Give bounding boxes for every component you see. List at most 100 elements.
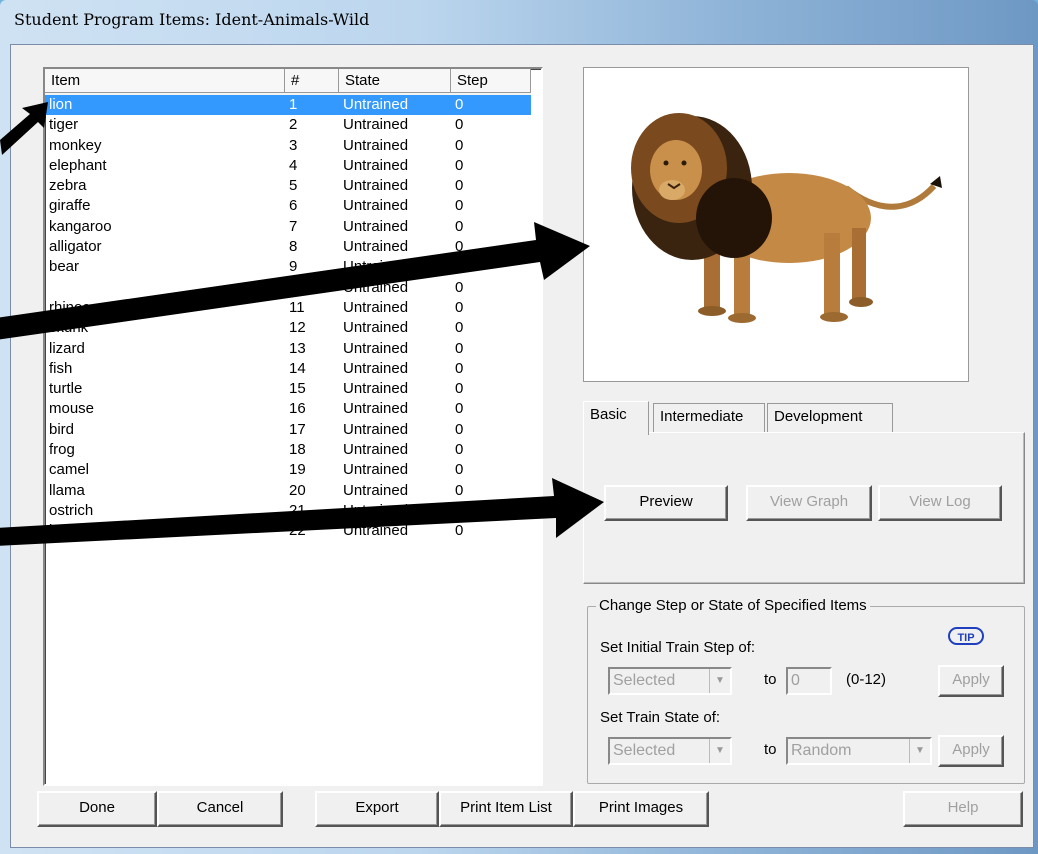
column-header-step[interactable]: Step	[451, 69, 531, 93]
item-state-cell: Untrained	[343, 197, 409, 215]
apply-state-button-label: Apply	[952, 741, 990, 758]
table-row[interactable]: camel 19 Untrained 0	[45, 460, 531, 480]
item-step-cell: 0	[455, 298, 464, 316]
item-number-cell: 16	[289, 400, 306, 418]
item-step-cell: 0	[455, 136, 464, 154]
table-row[interactable]: lion 1 Untrained 0	[45, 95, 531, 116]
chevron-down-icon[interactable]: ▼	[709, 669, 730, 693]
apply-step-button[interactable]: Apply	[938, 665, 1004, 697]
item-state-cell: Untrained	[343, 481, 409, 499]
item-state-cell: Untrained	[343, 278, 409, 296]
item-number-cell: 8	[289, 238, 298, 256]
init-step-select-value: Selected	[613, 672, 676, 689]
item-step-cell: 0	[455, 359, 464, 377]
column-header-item[interactable]: Item	[45, 69, 285, 93]
table-row[interactable]: skunk 12 Untrained 0	[45, 318, 531, 338]
table-row[interactable]: monkey 3 Untrained 0	[45, 136, 531, 156]
table-row[interactable]: mouse 16 Untrained 0	[45, 399, 531, 419]
item-number-cell: 1	[289, 96, 298, 113]
table-row[interactable]: lizard 13 Untrained 0	[45, 339, 531, 359]
title-bar[interactable]: Student Program Items: Ident-Animals-Wil…	[0, 0, 1038, 44]
lion-image	[631, 113, 942, 323]
table-row[interactable]: bear 9 Untrained 0	[45, 257, 531, 277]
item-state-cell: Untrained	[343, 177, 409, 195]
dialog-client: Item # State Step lion 1 Untrained 0 tiger 2 U…	[10, 44, 1034, 848]
done-button[interactable]: Done	[37, 791, 157, 827]
item-step-cell: 0	[455, 420, 464, 438]
table-row[interactable]: fish 14 Untrained 0	[45, 359, 531, 379]
item-state-cell: Untrained	[343, 96, 409, 113]
item-state-cell: Untrained	[343, 339, 409, 357]
item-number-cell: 14	[289, 359, 306, 377]
item-step-cell: 0	[455, 156, 464, 174]
item-list[interactable]: Item # State Step lion 1 Untrained 0 tiger 2 U…	[43, 67, 543, 786]
view-graph-button[interactable]: View Graph	[746, 485, 872, 521]
group-legend: Change Step or State of Specified Items	[596, 597, 870, 614]
table-row[interactable]: 10 Untrained 0	[45, 278, 531, 298]
table-row[interactable]: elephant 4 Untrained 0	[45, 156, 531, 176]
table-row[interactable]: bird 17 Untrained 0	[45, 420, 531, 440]
table-row[interactable]: ostrich 21 Untrained 0	[45, 501, 531, 521]
help-button[interactable]: Help	[903, 791, 1023, 827]
item-name-cell: monkey	[49, 136, 102, 154]
train-state-select[interactable]: Random ▼	[786, 737, 932, 765]
table-row[interactable]: kangaroo 7 Untrained 0	[45, 217, 531, 237]
dialog-window: Student Program Items: Ident-Animals-Wil…	[0, 0, 1038, 854]
print-item-list-button-label: Print Item List	[460, 799, 552, 816]
view-log-button-label: View Log	[909, 493, 971, 510]
item-step-cell: 0	[455, 481, 464, 499]
table-row[interactable]: llama 20 Untrained 0	[45, 481, 531, 501]
init-step-select[interactable]: Selected ▼	[608, 667, 732, 695]
init-step-label: Set Initial Train Step of:	[600, 639, 756, 656]
item-number-cell: 20	[289, 481, 306, 499]
table-row[interactable]: frog 18 Untrained 0	[45, 440, 531, 460]
item-number-cell: 15	[289, 380, 306, 398]
item-state-cell: Untrained	[343, 522, 409, 540]
help-button-label: Help	[947, 799, 979, 816]
tab-development[interactable]: Development	[767, 403, 893, 433]
view-log-button[interactable]: View Log	[878, 485, 1002, 521]
item-number-cell: 10	[289, 278, 306, 296]
item-step-cell: 0	[455, 278, 464, 296]
item-name-cell: skunk	[49, 319, 89, 337]
apply-state-button[interactable]: Apply	[938, 735, 1004, 767]
table-row[interactable]: zebra 5 Untrained 0	[45, 176, 531, 196]
tab-basic[interactable]: Basic	[583, 401, 649, 435]
table-row[interactable]: alligator 8 Untrained 0	[45, 237, 531, 257]
tab-intermediate[interactable]: Intermediate	[653, 403, 765, 433]
table-row[interactable]: turtle 15 Untrained 0	[45, 379, 531, 399]
view-graph-button-label: View Graph	[769, 493, 849, 510]
item-name-cell: tiger	[49, 116, 79, 134]
item-step-cell: 0	[455, 522, 464, 540]
table-row[interactable]: rhinoceros 11 Untrained 0	[45, 298, 531, 318]
item-number-cell: 5	[289, 177, 298, 195]
cancel-button[interactable]: Cancel	[157, 791, 283, 827]
chevron-down-icon[interactable]: ▼	[709, 739, 730, 763]
item-step-cell: 0	[455, 116, 464, 134]
preview-button[interactable]: Preview	[604, 485, 728, 521]
table-row[interactable]: tiger 2 Untrained 0	[45, 115, 531, 135]
item-step-cell: 0	[455, 501, 464, 519]
state-select[interactable]: Selected ▼	[608, 737, 732, 765]
item-number-cell: 2	[289, 116, 298, 134]
item-step-cell: 0	[455, 461, 464, 479]
item-state-cell: Untrained	[343, 501, 409, 519]
item-state-cell: Untrained	[343, 136, 409, 154]
table-row[interactable]: giraffe 6 Untrained 0	[45, 196, 531, 216]
export-button[interactable]: Export	[315, 791, 439, 827]
step-value-field[interactable]: 0	[786, 667, 832, 695]
item-number-cell: 22	[289, 522, 306, 540]
item-name-cell: alligator	[49, 238, 102, 256]
item-name-cell: fish	[49, 359, 73, 377]
item-number-cell: 6	[289, 197, 298, 215]
column-header-number[interactable]: #	[285, 69, 339, 93]
item-number-cell: 7	[289, 217, 298, 235]
chevron-down-icon[interactable]: ▼	[909, 739, 930, 763]
item-number-cell: 18	[289, 441, 306, 459]
item-name-cell: bear	[49, 258, 80, 276]
table-row[interactable]: buffalo 22 Untrained 0	[45, 521, 531, 541]
column-header-state[interactable]: State	[339, 69, 451, 93]
print-images-button[interactable]: Print Images	[573, 791, 709, 827]
tip-icon[interactable]: TIP	[948, 627, 984, 645]
print-item-list-button[interactable]: Print Item List	[439, 791, 573, 827]
